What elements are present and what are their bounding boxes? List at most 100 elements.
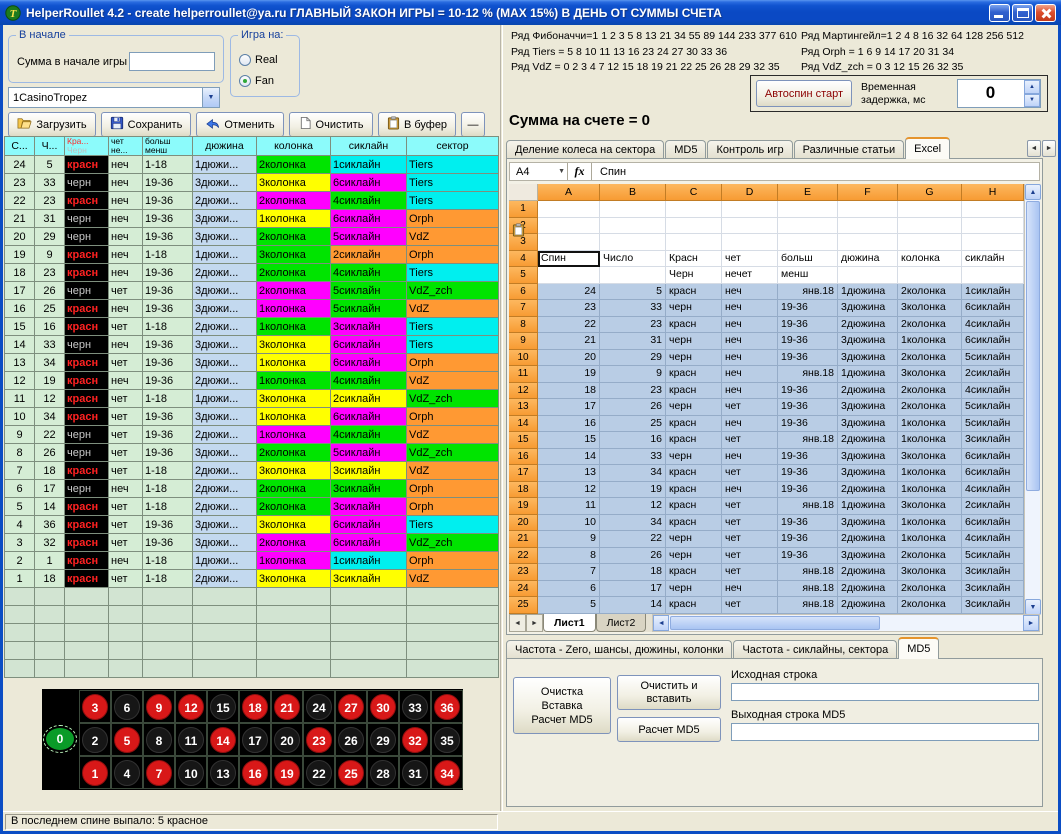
excel-cell[interactable]: 17 — [600, 581, 666, 598]
excel-cell[interactable]: 23 — [600, 383, 666, 400]
tab-articles[interactable]: Различные статьи — [794, 140, 905, 159]
tab-sectors[interactable]: Деление колеса на сектора — [506, 140, 664, 159]
excel-cell[interactable] — [962, 201, 1024, 218]
roulette-number[interactable]: 18 — [239, 690, 271, 723]
excel-cell[interactable]: черн — [666, 300, 722, 317]
excel-row-header[interactable]: 17 — [509, 465, 538, 482]
excel-row-header[interactable]: 7 — [509, 300, 538, 317]
excel-cell[interactable]: 2колонка — [898, 399, 962, 416]
excel-row-header[interactable]: 6 — [509, 284, 538, 301]
excel-row-header[interactable]: 12 — [509, 383, 538, 400]
excel-cell[interactable]: 23 — [600, 317, 666, 334]
excel-cell[interactable]: янв.18 — [778, 432, 838, 449]
excel-row-header[interactable]: 8 — [509, 317, 538, 334]
excel-cell[interactable]: 2колонка — [898, 350, 962, 367]
excel-cell[interactable]: 34 — [600, 465, 666, 482]
excel-cell[interactable] — [778, 218, 838, 235]
excel-cell[interactable]: 19-36 — [778, 317, 838, 334]
excel-cell[interactable]: 22 — [600, 531, 666, 548]
roulette-number[interactable]: 16 — [239, 756, 271, 789]
excel-cell[interactable]: 17 — [538, 399, 600, 416]
spinner-up-button[interactable]: ▲ — [1024, 80, 1040, 94]
excel-cell[interactable]: 1дюжина — [838, 498, 898, 515]
roulette-number[interactable]: 36 — [431, 690, 463, 723]
excel-cell[interactable]: 2колонка — [898, 383, 962, 400]
excel-cell[interactable] — [778, 234, 838, 251]
excel-cell[interactable] — [538, 201, 600, 218]
excel-cell[interactable]: 2сиклайн — [962, 498, 1024, 515]
excel-cell[interactable] — [722, 234, 778, 251]
excel-cell[interactable]: черн — [666, 449, 722, 466]
md5-output-input[interactable] — [731, 723, 1039, 741]
chevron-down-icon[interactable]: ▼ — [202, 88, 219, 107]
bottom-tab-md5[interactable]: MD5 — [898, 637, 939, 659]
excel-cell[interactable]: 26 — [600, 548, 666, 565]
bottom-tab-freq-chances[interactable]: Частота - Zero, шансы, дюжины, колонки — [506, 640, 732, 659]
excel-cell[interactable] — [898, 234, 962, 251]
cell-name-box[interactable]: A4 ▼ — [510, 163, 568, 180]
excel-cell[interactable]: 1сиклайн — [962, 284, 1024, 301]
autospin-start-button[interactable]: Автоспин старт — [756, 80, 852, 107]
excel-cell[interactable]: 3дюжина — [838, 416, 898, 433]
excel-cell[interactable]: 2дюжина — [838, 531, 898, 548]
excel-cell[interactable]: менш — [778, 267, 838, 284]
excel-cell[interactable]: 6сиклайн — [962, 465, 1024, 482]
excel-cell[interactable]: 1колонка — [898, 416, 962, 433]
sheet-tab-list2[interactable]: Лист2 — [596, 614, 647, 632]
excel-cell[interactable] — [600, 234, 666, 251]
delay-spinner[interactable]: 0 ▲ ▼ — [957, 79, 1041, 108]
excel-cell[interactable]: янв.18 — [778, 564, 838, 581]
excel-cell[interactable]: 16 — [600, 432, 666, 449]
collapse-button[interactable]: — — [461, 112, 485, 137]
excel-cell[interactable]: неч — [722, 449, 778, 466]
excel-cell[interactable]: 19-36 — [778, 449, 838, 466]
casino-select[interactable]: 1CasinoTropez ▼ — [8, 87, 220, 108]
buffer-button[interactable]: В буфер — [378, 112, 456, 137]
roulette-number[interactable]: 2 — [79, 723, 111, 756]
excel-cell[interactable]: Спин — [538, 251, 600, 268]
start-sum-input[interactable] — [129, 52, 215, 71]
md5-clear-paste-calc-button[interactable]: Очистка Вставка Расчет MD5 — [513, 677, 611, 734]
excel-cell[interactable]: 5 — [600, 284, 666, 301]
excel-cell[interactable]: 1колонка — [898, 432, 962, 449]
save-button[interactable]: Сохранить — [101, 112, 191, 137]
scroll-left-icon[interactable]: ◄ — [653, 615, 669, 631]
excel-cell[interactable]: 25 — [600, 416, 666, 433]
roulette-number[interactable]: 27 — [335, 690, 367, 723]
excel-cell[interactable]: красн — [666, 416, 722, 433]
tab-scroll-right-button[interactable]: ► — [1042, 140, 1056, 157]
roulette-zero[interactable]: 0 — [43, 723, 77, 756]
excel-cell[interactable]: 6сиклайн — [962, 449, 1024, 466]
excel-cell[interactable]: янв.18 — [778, 498, 838, 515]
excel-cell[interactable]: чет — [722, 399, 778, 416]
excel-cell[interactable] — [666, 218, 722, 235]
tab-control[interactable]: Контроль игр — [707, 140, 792, 159]
excel-cell[interactable]: красн — [666, 482, 722, 499]
namebox-dropdown-icon[interactable]: ▼ — [558, 168, 565, 175]
excel-cell[interactable]: 3сиклайн — [962, 581, 1024, 598]
excel-row-header[interactable]: 22 — [509, 548, 538, 565]
scroll-down-icon[interactable]: ▼ — [1025, 599, 1041, 615]
excel-cell[interactable]: 3дюжина — [838, 449, 898, 466]
excel-cell[interactable]: красн — [666, 515, 722, 532]
excel-cell[interactable]: неч — [722, 300, 778, 317]
excel-cell[interactable]: красн — [666, 564, 722, 581]
excel-cell[interactable]: 19-36 — [778, 333, 838, 350]
excel-cell[interactable]: янв.18 — [778, 581, 838, 598]
excel-cell[interactable]: 2дюжина — [838, 317, 898, 334]
excel-row-header[interactable]: 20 — [509, 515, 538, 532]
excel-cell[interactable]: 5 — [538, 597, 600, 614]
excel-cell[interactable]: чет — [722, 465, 778, 482]
excel-cell[interactable]: неч — [722, 581, 778, 598]
excel-col-header[interactable]: G — [898, 184, 962, 201]
roulette-number[interactable]: 1 — [79, 756, 111, 789]
roulette-number[interactable]: 24 — [303, 690, 335, 723]
excel-col-header[interactable]: B — [600, 184, 666, 201]
excel-cell[interactable] — [898, 218, 962, 235]
excel-cell[interactable]: 3дюжина — [838, 300, 898, 317]
excel-cell[interactable]: 18 — [538, 383, 600, 400]
excel-cell[interactable]: 2колонка — [898, 597, 962, 614]
excel-cell[interactable] — [898, 267, 962, 284]
excel-row-header[interactable]: 25 — [509, 597, 538, 614]
radio-real[interactable]: Real — [239, 53, 278, 67]
